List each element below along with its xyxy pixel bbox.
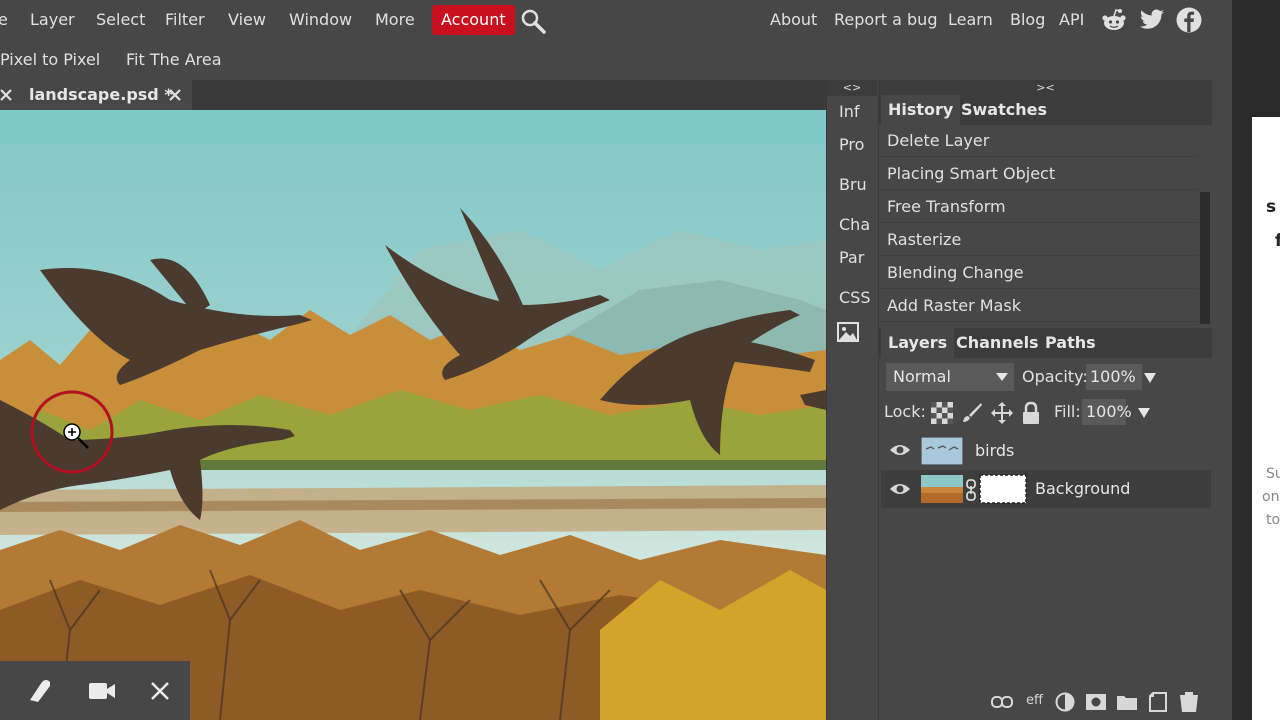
right-panel-collapse-button[interactable]: >< [879, 80, 1212, 96]
side-card-text-3: to [1266, 512, 1280, 528]
reddit-icon[interactable] [1101, 8, 1127, 32]
camera-icon[interactable] [88, 680, 116, 702]
document-tabs: landscape.psd * [0, 80, 826, 110]
tab-landscape[interactable]: landscape.psd * [0, 80, 192, 110]
menu-filter[interactable]: Filter [165, 0, 205, 40]
floating-toolbar [0, 661, 190, 720]
menu-layer[interactable]: Layer [30, 0, 75, 40]
fill-label: Fill: [1054, 402, 1081, 421]
layers-tabs: Layers Channels Paths [879, 328, 1212, 358]
opacity-dropdown-icon[interactable] [1144, 372, 1156, 384]
layer-row-background[interactable]: Background [881, 470, 1211, 508]
side-card-heading-1: s [1266, 197, 1277, 217]
layer-name: Background [1035, 479, 1131, 498]
link-learn[interactable]: Learn [948, 0, 993, 40]
close-icon[interactable] [150, 681, 170, 701]
link-layers-icon[interactable] [991, 696, 1013, 708]
fill-input[interactable]: 100% [1082, 399, 1132, 425]
history-item[interactable]: Rasterize [879, 224, 1198, 256]
chevron-down-icon [996, 373, 1008, 381]
side-card-text-1: Su [1266, 466, 1280, 482]
search-icon[interactable] [520, 8, 546, 34]
tab-channels[interactable]: Channels [949, 328, 1046, 358]
lock-all-icon[interactable] [1021, 401, 1041, 425]
options-bar: Pixel to Pixel Fit The Area [0, 40, 826, 80]
menu-more[interactable]: More [375, 0, 415, 40]
blend-mode-value: Normal [893, 367, 951, 386]
image-icon[interactable] [837, 322, 859, 342]
lock-move-icon[interactable] [990, 401, 1014, 425]
layer-row-birds[interactable]: birds [881, 432, 1211, 470]
image-canvas[interactable] [0, 110, 826, 720]
history-item[interactable]: Blending Change [879, 257, 1198, 289]
side-card-text-2: on [1262, 489, 1280, 505]
history-list: Delete Layer Placing Smart Object Free T… [879, 125, 1212, 323]
lock-label: Lock: [884, 402, 926, 421]
mini-panel-collapse-button[interactable]: <> [827, 80, 877, 96]
menu-file[interactable]: e [0, 0, 8, 40]
history-scrollbar[interactable] [1200, 192, 1210, 324]
fit-area-button[interactable]: Fit The Area [126, 40, 222, 80]
lock-brush-icon[interactable] [961, 402, 983, 424]
mask-link-icon[interactable] [965, 479, 977, 501]
layer-mask-thumbnail[interactable] [979, 474, 1027, 504]
close-tab-icon[interactable] [168, 88, 182, 102]
right-panel: >< History Swatches Delete Layer Placing… [878, 80, 1212, 720]
tab-swatches[interactable]: Swatches [954, 95, 1054, 125]
layer-thumbnail-background [921, 475, 963, 503]
effects-button[interactable]: eff [1026, 693, 1043, 708]
history-item[interactable]: Free Transform [879, 191, 1198, 223]
pixel-to-pixel-button[interactable]: Pixel to Pixel [0, 40, 100, 80]
side-card-heading-2: f [1275, 231, 1280, 251]
mini-css[interactable]: CSS [839, 288, 870, 307]
opacity-input[interactable]: 100% [1086, 364, 1142, 390]
trash-icon[interactable] [1179, 691, 1199, 713]
menu-bar: e Layer Select Filter View Window More A… [0, 0, 1232, 40]
layer-name: birds [975, 441, 1015, 460]
side-advert-panel: s f Su on to [1232, 0, 1280, 720]
link-report-bug[interactable]: Report a bug [834, 0, 937, 40]
twitter-icon[interactable] [1139, 9, 1165, 31]
side-card: s f Su on to [1252, 117, 1280, 720]
layer-thumbnail-birds [921, 437, 963, 465]
tab-title: landscape.psd * [29, 85, 173, 104]
history-item[interactable]: Placing Smart Object [879, 158, 1198, 190]
menu-select[interactable]: Select [96, 0, 145, 40]
visibility-eye-icon[interactable] [889, 442, 911, 458]
close-prev-tab-icon[interactable] [0, 88, 13, 102]
link-blog[interactable]: Blog [1010, 0, 1045, 40]
facebook-icon[interactable] [1176, 7, 1202, 33]
menu-view[interactable]: View [228, 0, 266, 40]
blend-mode-select[interactable]: Normal [886, 363, 1014, 391]
mini-character[interactable]: Cha [839, 215, 870, 234]
history-tabs: History Swatches [879, 95, 1212, 125]
tab-paths[interactable]: Paths [1038, 328, 1103, 358]
mini-panel: <> Inf Pro Bru Cha Par CSS [826, 80, 878, 720]
history-item[interactable]: Delete Layer [879, 125, 1198, 157]
adjustment-layer-icon[interactable] [1055, 692, 1075, 712]
layers-bottom-bar: eff [879, 684, 1212, 720]
history-item[interactable]: Add Raster Mask [879, 290, 1198, 322]
visibility-eye-icon[interactable] [889, 481, 911, 497]
opacity-label: Opacity: [1022, 367, 1088, 386]
tab-layers[interactable]: Layers [881, 328, 955, 358]
mini-properties[interactable]: Pro [839, 135, 864, 154]
mini-paragraph[interactable]: Par [839, 248, 864, 267]
new-layer-icon[interactable] [1148, 691, 1168, 713]
new-folder-icon[interactable] [1116, 693, 1138, 711]
tab-history[interactable]: History [881, 95, 961, 125]
fill-dropdown-icon[interactable] [1138, 407, 1150, 419]
menu-window[interactable]: Window [289, 0, 352, 40]
account-button[interactable]: Account [432, 5, 515, 35]
link-api[interactable]: API [1059, 0, 1084, 40]
eraser-icon[interactable] [26, 678, 54, 704]
lock-transparency-icon[interactable] [931, 402, 953, 424]
link-about[interactable]: About [770, 0, 817, 40]
landscape-artwork [0, 110, 826, 720]
add-mask-icon[interactable] [1085, 693, 1107, 711]
mini-info[interactable]: Inf [839, 102, 860, 121]
mini-brush[interactable]: Bru [839, 175, 867, 194]
